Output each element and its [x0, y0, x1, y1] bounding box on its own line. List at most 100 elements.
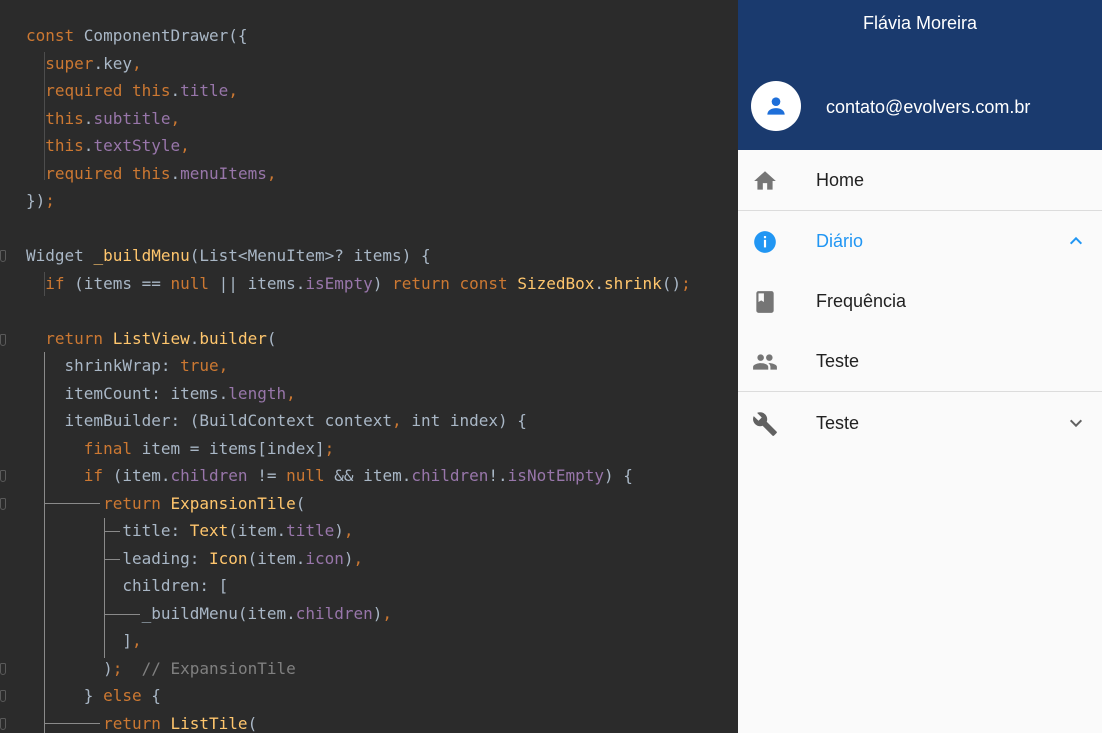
code-line: _buildMenu(item.children),: [26, 603, 392, 625]
code-line: ); // ExpansionTile: [26, 658, 296, 680]
code-token: ;: [681, 273, 691, 293]
code-line: const ComponentDrawer({: [26, 25, 248, 47]
drawer-item-label: Home: [816, 170, 865, 190]
code-token: shrinkWrap:: [26, 356, 181, 375]
code-token: ,: [228, 81, 238, 100]
indent-guide: [44, 272, 45, 296]
code-token: .: [594, 273, 605, 293]
drawer-item-home[interactable]: Home: [738, 150, 1102, 210]
code-token: ]: [26, 631, 132, 650]
code-token: (: [247, 713, 258, 733]
code-token: .: [189, 328, 200, 348]
code-token: int index) {: [411, 411, 527, 430]
code-token: ;: [112, 658, 142, 678]
code-line: shrinkWrap: true,: [26, 355, 229, 377]
code-token: return: [26, 328, 113, 348]
code-token: .key: [93, 53, 132, 73]
code-token: else: [103, 686, 152, 705]
indent-guide: [104, 531, 120, 532]
drawer-item-label: Frequência: [816, 291, 907, 311]
code-line: });: [26, 190, 55, 212]
fold-marker-icon[interactable]: [0, 470, 6, 482]
drawer-item-teste-wrench[interactable]: Teste: [738, 393, 1102, 453]
fold-marker-icon[interactable]: [0, 334, 6, 346]
indent-guide: [44, 52, 45, 180]
code-token: children: [411, 466, 489, 485]
drawer-item-frequencia[interactable]: Frequência: [738, 271, 1102, 331]
code-token: if: [26, 466, 113, 485]
code-token: itemCount: items.: [26, 383, 229, 403]
code-token: shrink: [604, 273, 662, 293]
code-line: } else {: [26, 685, 161, 707]
code-token: ,: [131, 53, 142, 73]
code-token: }): [26, 191, 46, 210]
code-token: ) {: [604, 466, 633, 485]
code-token: ,: [170, 108, 181, 128]
drawer-user-name: Flávia Moreira: [862, 13, 978, 33]
fold-marker-icon[interactable]: [0, 250, 6, 262]
code-token: (: [266, 328, 277, 348]
code-token: subtitle: [93, 108, 171, 128]
code-token: ExpansionTile: [170, 493, 296, 513]
code-token: true: [180, 356, 219, 375]
code-token: super: [26, 53, 94, 73]
code-token: ): [343, 548, 354, 568]
code-token: isNotEmpty: [507, 466, 604, 485]
code-token: required this: [26, 163, 171, 183]
code-editor[interactable]: const ComponentDrawer({ super.key, requi…: [0, 0, 738, 733]
indent-guide: [44, 352, 45, 733]
chevron-down-icon[interactable]: [1068, 415, 1084, 431]
code-token: ): [372, 603, 383, 623]
code-token: ,: [353, 548, 364, 568]
code-token: textStyle: [93, 136, 181, 155]
code-token: (item.: [112, 466, 171, 485]
avatar[interactable]: [751, 81, 801, 131]
code-line: return ListView.builder(: [26, 328, 276, 350]
code-token: {: [151, 686, 161, 705]
code-token: icon: [305, 548, 344, 568]
code-line: title: Text(item.title),: [26, 520, 353, 542]
drawer-user-email: contato@evolvers.com.br: [826, 97, 1031, 117]
code-token: .: [83, 136, 94, 155]
drawer-item-diario[interactable]: Diário: [738, 211, 1102, 271]
code-token: required this: [26, 81, 171, 100]
indent-guide: [44, 503, 100, 504]
indent-guide: [104, 614, 140, 615]
code-line: leading: Icon(item.icon),: [26, 548, 363, 570]
code-token: ): [372, 273, 393, 293]
code-token: ;: [45, 191, 55, 210]
wrench-icon: [753, 412, 777, 436]
navigation-drawer: Flávia Moreira contato@evolvers.com.br H…: [738, 0, 1102, 733]
fold-marker-icon[interactable]: [0, 718, 6, 730]
code-token: leading:: [26, 548, 210, 568]
code-line: if (item.children != null && item.childr…: [26, 465, 633, 487]
code-line: required this.menuItems,: [26, 163, 276, 185]
fold-marker-icon[interactable]: [0, 663, 6, 675]
divider: [738, 391, 1102, 392]
code-token: (item.: [228, 521, 287, 540]
code-token: .: [83, 108, 94, 128]
chevron-up-icon[interactable]: [1068, 233, 1084, 249]
fold-marker-icon[interactable]: [0, 690, 6, 702]
person-icon: [767, 97, 785, 115]
code-token: (List<MenuItem>? items) {: [189, 246, 431, 265]
indent-guide: [104, 559, 120, 560]
code-token: item = items[index]: [141, 438, 325, 458]
code-token: ): [334, 521, 344, 540]
home-icon: [754, 171, 776, 190]
code-token: return const: [392, 273, 518, 293]
code-token: isEmpty: [305, 273, 373, 293]
code-token: !=: [257, 466, 287, 485]
code-token: Text: [189, 521, 229, 540]
code-line: itemBuilder: (BuildContext context, int …: [26, 410, 527, 432]
code-token: children: [170, 466, 258, 485]
code-token: ListTile: [170, 713, 248, 733]
code-token: Widget: [26, 246, 94, 265]
code-line: itemCount: items.length,: [26, 383, 296, 405]
code-token: ,: [180, 136, 190, 155]
indent-guide: [104, 518, 105, 658]
code-token: ): [26, 658, 113, 678]
fold-marker-icon[interactable]: [0, 498, 6, 510]
code-token: // ExpansionTile: [141, 658, 296, 678]
drawer-item-teste-people[interactable]: Teste: [738, 331, 1102, 391]
